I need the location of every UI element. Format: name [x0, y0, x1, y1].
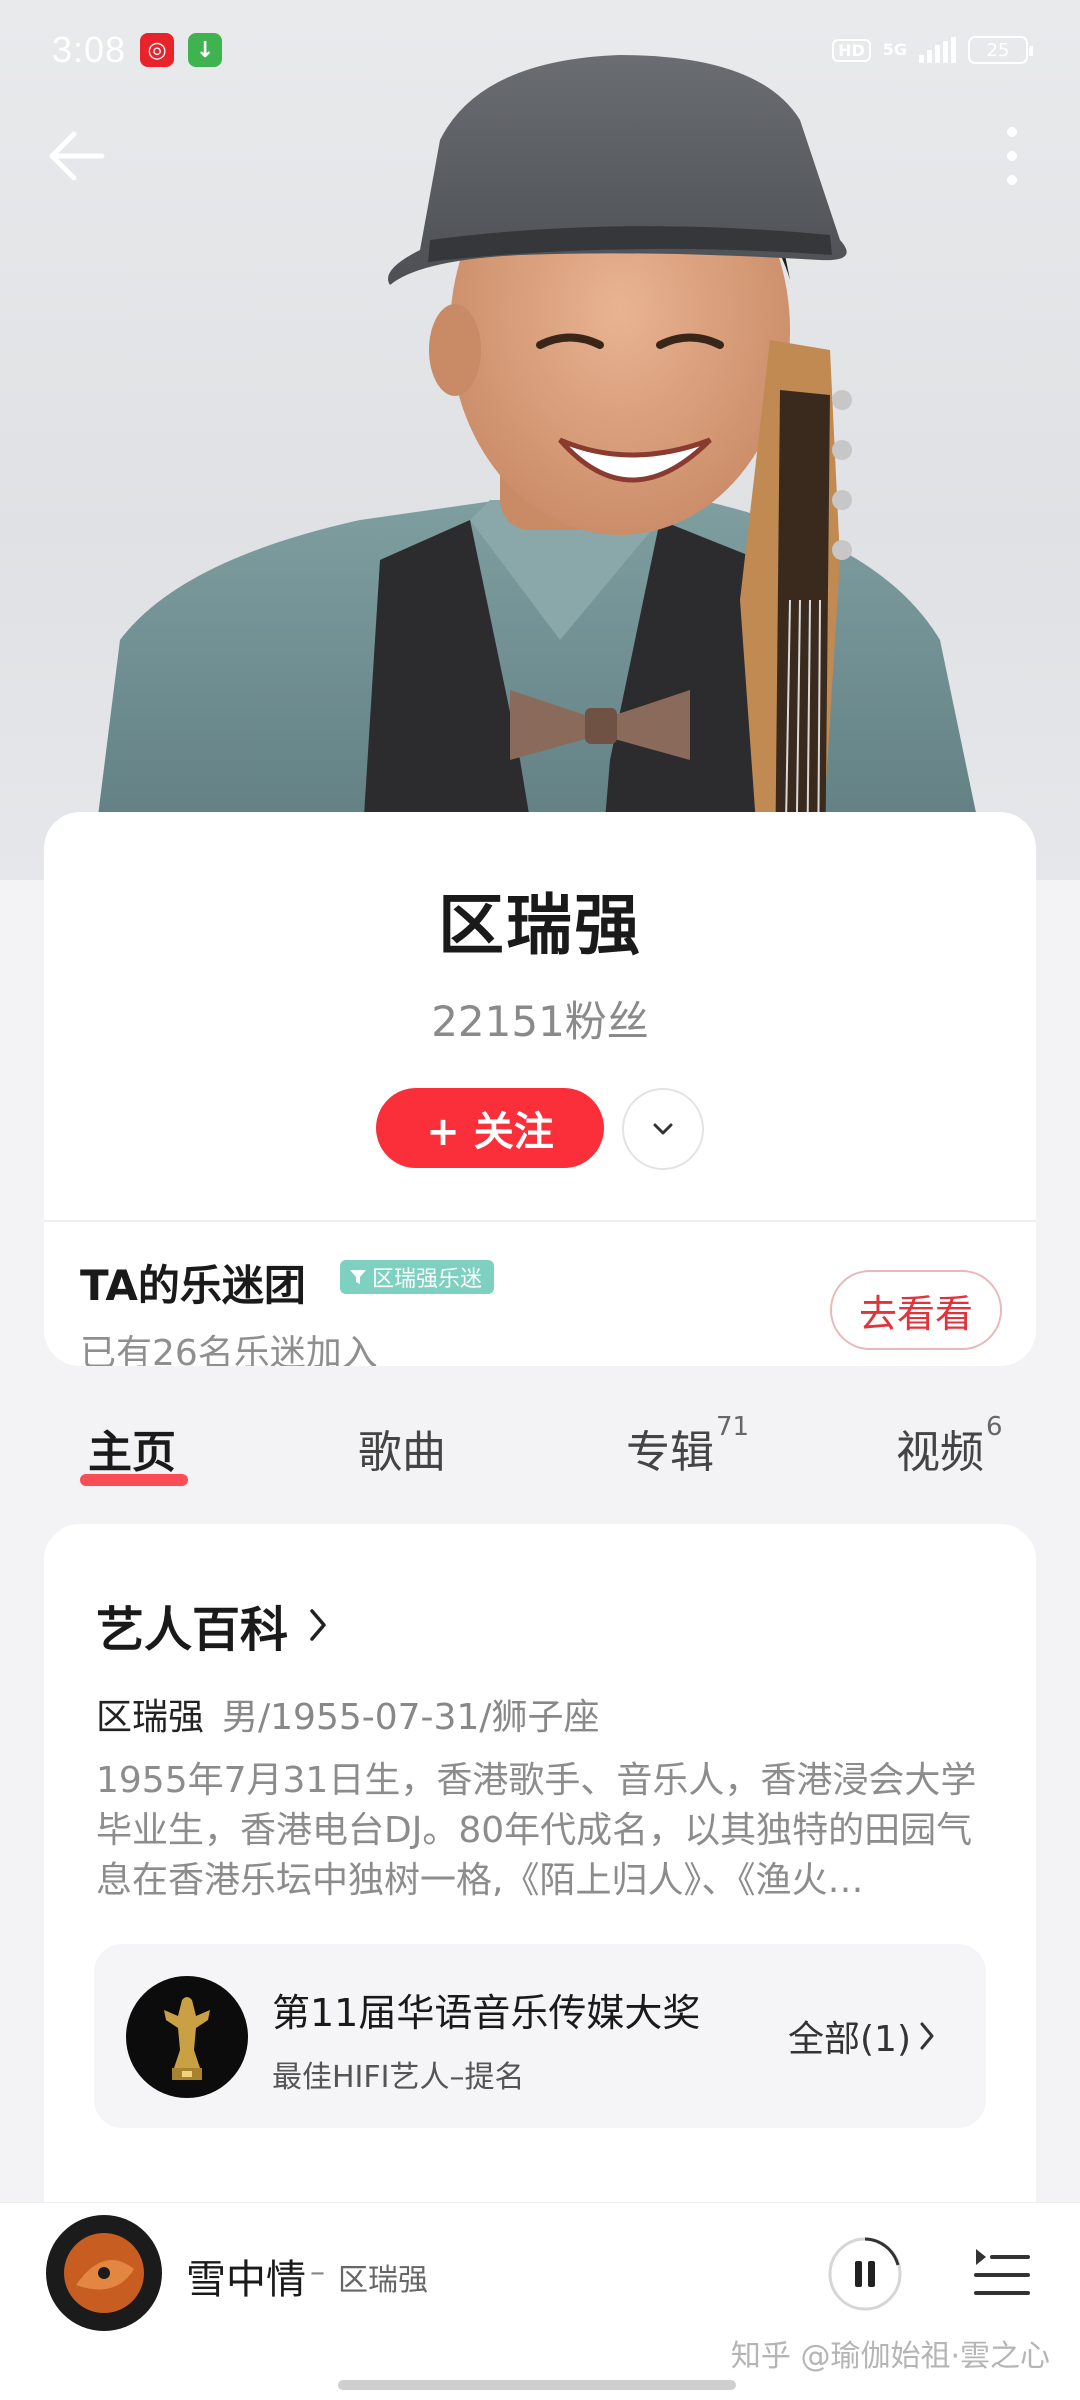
award-title: 第11届华语音乐传媒大奖 — [272, 1991, 701, 2035]
tab-videos-count: 6 — [986, 1412, 1003, 1442]
status-time: 3:08 — [52, 29, 127, 70]
fans-count: 22151粉丝 — [44, 988, 1036, 1049]
artist-name: 区瑞强 — [438, 887, 642, 964]
tab-albums[interactable]: 专辑71 — [626, 1412, 749, 1480]
tab-videos-label: 视频 — [896, 1427, 984, 1478]
funnel-icon — [350, 1270, 366, 1284]
artist-description[interactable]: 1955年7月31日生，香港歌手、音乐人，香港浸会大学毕业生，香港电台DJ。80… — [96, 1756, 996, 1906]
tab-home-label: 主页 — [88, 1427, 176, 1478]
encyclopedia-header[interactable]: 艺人百科 — [96, 1590, 330, 1660]
download-icon: ↓ — [188, 33, 223, 67]
pause-icon[interactable] — [826, 2235, 904, 2313]
artist-photo — [90, 55, 990, 880]
award-item[interactable]: 第11届华语音乐传媒大奖 最佳HIFI艺人–提名 全部(1) — [94, 1944, 986, 2128]
fanclub-badge-label: 区瑞强乐迷 — [372, 1267, 483, 1292]
battery-icon: 25 — [968, 36, 1033, 64]
fans-label: 粉丝 — [564, 997, 649, 1046]
now-playing-cover[interactable] — [46, 2215, 162, 2331]
tab-home[interactable]: 主页 — [88, 1416, 176, 1480]
playlist-icon[interactable] — [972, 2237, 1032, 2311]
trophy-icon — [126, 1976, 248, 2098]
more-options-icon[interactable] — [990, 118, 1034, 194]
hd-icon: HD — [832, 38, 871, 62]
active-tab-indicator — [80, 1474, 188, 1486]
encyclopedia-title: 艺人百科 — [96, 1602, 289, 1658]
tab-albums-label: 专辑 — [626, 1427, 714, 1478]
tab-videos[interactable]: 视频6 — [896, 1412, 1003, 1480]
artist-hero-image: 3:08 ◎ ↓ HD 5G 25 — [0, 0, 1080, 880]
fanclub-badge: 区瑞强乐迷 — [340, 1260, 495, 1294]
network-type: 5G — [882, 40, 907, 59]
artist-meta: 区瑞强 男/1955-07-31/狮子座 — [96, 1688, 600, 1740]
award-subtitle: 最佳HIFI艺人–提名 — [272, 2060, 525, 2095]
back-arrow-icon[interactable] — [40, 118, 116, 194]
tab-songs-label: 歌曲 — [358, 1427, 446, 1478]
artist-info-card: 区瑞强 22151粉丝 + 关注 TA的乐迷团 区瑞强乐迷 已有26名乐迷加入 … — [44, 812, 1036, 1366]
now-playing-artist: 区瑞强 — [338, 2263, 428, 2298]
award-all-label: 全部(1) — [788, 2019, 911, 2060]
mini-player[interactable]: 雪中情 – 区瑞强 知乎 @瑜伽始祖·雲之心 — [0, 2202, 1080, 2400]
expand-similar-button[interactable] — [622, 1088, 704, 1170]
follow-button[interactable]: + 关注 — [376, 1088, 604, 1168]
signal-icon — [919, 37, 956, 63]
fanclub-member-count: 已有26名乐迷加入 — [80, 1333, 378, 1366]
artist-meta-info: 男/1955-07-31/狮子座 — [222, 1697, 600, 1738]
netease-music-icon: ◎ — [140, 33, 175, 67]
home-indicator[interactable] — [338, 2380, 736, 2390]
tab-albums-count: 71 — [716, 1412, 750, 1442]
now-playing-separator: – — [310, 2255, 325, 2290]
watermark: 知乎 @瑜伽始祖·雲之心 — [730, 2339, 1050, 2374]
fans-number: 22151 — [431, 997, 565, 1046]
award-all-link[interactable]: 全部(1) — [788, 2010, 937, 2062]
status-bar: 3:08 ◎ ↓ HD 5G 25 — [0, 0, 1080, 100]
tab-songs[interactable]: 歌曲 — [358, 1416, 446, 1480]
chevron-right-icon — [920, 2022, 934, 2050]
fanclub-go-button[interactable]: 去看看 — [830, 1270, 1002, 1350]
now-playing-song: 雪中情 — [186, 2257, 306, 2303]
artist-meta-name: 区瑞强 — [96, 1697, 205, 1738]
chevron-down-icon — [653, 1123, 673, 1135]
chevron-right-icon — [310, 1609, 326, 1641]
fanclub-title: TA的乐迷团 — [80, 1261, 306, 1310]
divider — [44, 1220, 1036, 1222]
